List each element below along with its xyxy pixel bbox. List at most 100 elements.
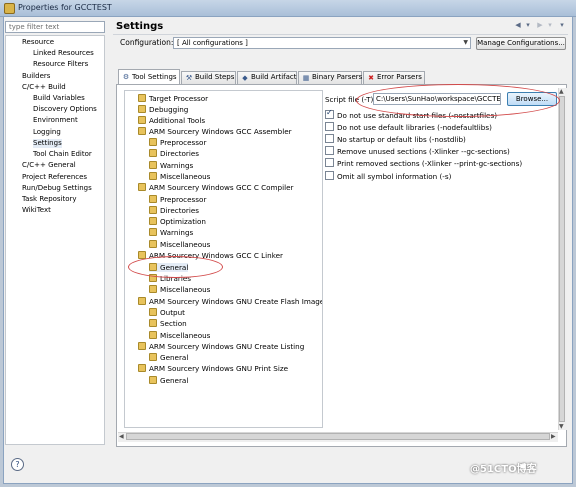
tool-option-icon <box>149 308 157 316</box>
nav-item-settings[interactable]: Settings <box>33 139 62 148</box>
nav-item-task-repository[interactable]: Task Repository <box>22 195 77 204</box>
tool-settings-tree[interactable]: Target Processor Debugging Additional To… <box>124 90 323 428</box>
tool-icon <box>138 342 146 350</box>
tree-item-selected[interactable]: General <box>149 263 189 272</box>
window-titlebar: Properties for GCCTEST <box>0 0 576 17</box>
script-file-label: Script file (-T) <box>325 95 374 104</box>
tree-item[interactable]: General <box>149 376 188 385</box>
tool-option-icon <box>138 116 146 124</box>
checkbox-nodefaultlibs[interactable]: Do not use default libraries (-nodefault… <box>325 122 492 132</box>
tool-option-icon <box>149 138 157 146</box>
horizontal-scrollbar-thumb[interactable] <box>126 433 550 440</box>
nav-item-cpp-general[interactable]: C/C++ General <box>22 161 76 170</box>
tree-item[interactable]: Optimization <box>149 217 206 226</box>
tree-item[interactable]: Warnings <box>149 228 193 237</box>
nav-item-resource[interactable]: Resource <box>22 38 54 47</box>
tree-item[interactable]: Preprocessor <box>149 138 206 147</box>
script-file-input[interactable]: C:\Users\SunHao\workspace\GCCTES <box>373 93 501 105</box>
help-icon[interactable]: ? <box>11 458 24 471</box>
view-menu-icon[interactable]: ▾ <box>558 21 566 29</box>
tool-icon <box>138 127 146 135</box>
nav-item-project-references[interactable]: Project References <box>22 173 87 182</box>
properties-nav: Resource Linked Resources Resource Filte… <box>5 35 105 445</box>
tree-item[interactable]: Libraries <box>149 274 191 283</box>
nav-item-run-debug-settings[interactable]: Run/Debug Settings <box>22 184 92 193</box>
back-icon[interactable]: ◀ <box>514 21 522 29</box>
tree-item[interactable]: ARM Sourcery Windows GCC Assembler <box>138 127 292 136</box>
scroll-right-icon[interactable]: ▶ <box>551 433 556 440</box>
nav-item-tool-chain-editor[interactable]: Tool Chain Editor <box>33 150 92 159</box>
tree-item[interactable]: Warnings <box>149 161 193 170</box>
configuration-value: [ All configurations ] <box>177 39 248 47</box>
checkbox-strip-symbols[interactable]: Omit all symbol information (-s) <box>325 171 451 181</box>
tree-item[interactable]: Section <box>149 319 187 328</box>
tree-item[interactable]: ARM Sourcery Windows GCC C Compiler <box>138 183 294 192</box>
nav-item-environment[interactable]: Environment <box>33 116 78 125</box>
tree-item[interactable]: ARM Sourcery Windows GNU Print Size <box>138 364 288 373</box>
tool-option-icon <box>149 228 157 236</box>
tab-binary-parsers[interactable]: ▦ Binary Parsers <box>298 71 362 84</box>
tool-option-icon <box>149 274 157 282</box>
tree-item[interactable]: Debugging <box>138 105 188 114</box>
tree-item[interactable]: General <box>149 353 188 362</box>
configuration-label: Configuration: <box>120 38 174 47</box>
nav-item-wikitext[interactable]: WikiText <box>22 206 51 215</box>
tab-tool-settings[interactable]: ⚙ Tool Settings <box>118 69 180 85</box>
nav-item-logging[interactable]: Logging <box>33 128 61 137</box>
nav-item-builders[interactable]: Builders <box>22 72 50 81</box>
tool-option-icon <box>149 172 157 180</box>
configuration-select[interactable]: [ All configurations ] ▼ <box>173 37 471 49</box>
chevron-down-icon: ▼ <box>463 39 468 46</box>
filter-input[interactable]: type filter text <box>5 21 105 33</box>
tool-option-icon <box>138 94 146 102</box>
checkbox-print-gc-sections[interactable]: Print removed sections (-Xlinker --print… <box>325 158 522 168</box>
checkbox-nostartfiles[interactable]: Do not use standard start files (-nostar… <box>325 108 497 120</box>
tool-option-icon <box>138 105 146 113</box>
tree-item[interactable]: ARM Sourcery Windows GCC C Linker <box>138 251 283 260</box>
tool-option-icon <box>149 240 157 248</box>
tree-item[interactable]: Directories <box>149 206 199 215</box>
tree-item[interactable]: ARM Sourcery Windows GNU Create Flash Im… <box>138 297 322 306</box>
tree-item[interactable]: Directories <box>149 149 199 158</box>
scroll-left-icon[interactable]: ◀ <box>119 433 124 440</box>
checkbox-checked-icon <box>325 108 334 119</box>
tree-item[interactable]: Preprocessor <box>149 195 206 204</box>
scroll-up-icon[interactable]: ▲ <box>559 88 564 95</box>
nav-item-discovery-options[interactable]: Discovery Options <box>33 105 97 114</box>
binary-parsers-icon: ▦ <box>302 74 310 82</box>
checkbox-icon <box>325 146 334 155</box>
scroll-down-icon[interactable]: ▼ <box>559 423 564 430</box>
tab-build-artifact[interactable]: ◆ Build Artifact <box>237 71 297 84</box>
nav-item-cpp-build[interactable]: C/C++ Build <box>22 83 66 92</box>
tree-item[interactable]: Additional Tools <box>138 116 205 125</box>
tool-option-icon <box>149 217 157 225</box>
header-divider <box>113 34 568 35</box>
tree-item[interactable]: Miscellaneous <box>149 240 210 249</box>
nav-item-linked-resources[interactable]: Linked Resources <box>33 49 94 58</box>
tab-build-steps[interactable]: ⚒ Build Steps <box>181 71 236 84</box>
forward-menu-icon[interactable]: ▾ <box>546 21 554 29</box>
tab-label: Build Artifact <box>251 73 297 81</box>
tree-item[interactable]: Output <box>149 308 185 317</box>
tree-item[interactable]: ARM Sourcery Windows GNU Create Listing <box>138 342 304 351</box>
tree-item[interactable]: Miscellaneous <box>149 172 210 181</box>
back-menu-icon[interactable]: ▾ <box>524 21 532 29</box>
tree-item[interactable]: Miscellaneous <box>149 331 210 340</box>
tree-item[interactable]: Miscellaneous <box>149 285 210 294</box>
forward-icon[interactable]: ▶ <box>536 21 544 29</box>
tool-icon <box>138 183 146 191</box>
nav-item-resource-filters[interactable]: Resource Filters <box>33 60 88 69</box>
checkbox-nostdlib[interactable]: No startup or default libs (-nostdlib) <box>325 134 466 144</box>
vertical-scrollbar-thumb[interactable] <box>559 96 565 422</box>
build-steps-icon: ⚒ <box>185 74 193 82</box>
checkbox-gc-sections[interactable]: Remove unused sections (-Xlinker --gc-se… <box>325 146 510 156</box>
tool-option-icon <box>149 161 157 169</box>
manage-configurations-button[interactable]: Manage Configurations... <box>476 37 566 50</box>
nav-item-build-variables[interactable]: Build Variables <box>33 94 85 103</box>
tab-label: Tool Settings <box>132 73 177 81</box>
tree-item[interactable]: Target Processor <box>138 94 208 103</box>
browse-button[interactable]: Browse... <box>507 92 557 106</box>
window-title: Properties for GCCTEST <box>18 3 112 12</box>
tab-error-parsers[interactable]: ✖ Error Parsers <box>363 71 425 84</box>
error-parsers-icon: ✖ <box>368 74 374 82</box>
